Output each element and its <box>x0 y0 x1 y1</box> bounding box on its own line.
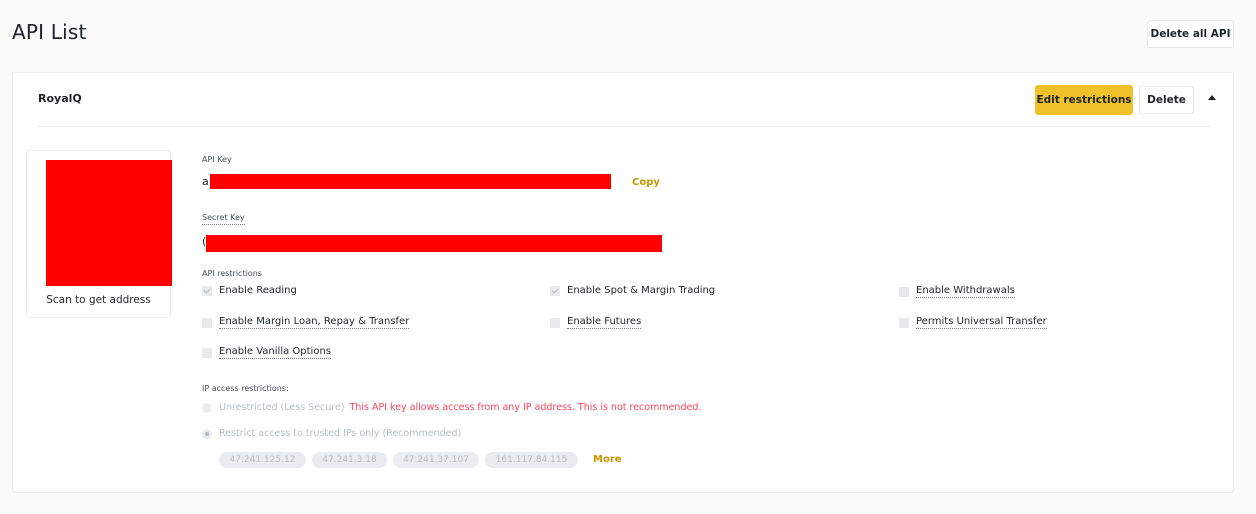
ip-option-label: Unrestricted (Less Secure) <box>219 402 345 413</box>
secret-key-label: Secret Key <box>202 213 245 225</box>
permission-label: Enable Withdrawals <box>916 285 1015 298</box>
ip-option-unrestricted[interactable]: Unrestricted (Less Secure) This API key … <box>202 402 701 413</box>
permission-enable-vanilla-options[interactable]: Enable Vanilla Options <box>202 346 331 359</box>
qr-code-redacted <box>46 160 172 286</box>
permission-enable-margin-loan[interactable]: Enable Margin Loan, Repay & Transfer <box>202 316 410 329</box>
permission-enable-withdrawals[interactable]: Enable Withdrawals <box>899 285 1015 298</box>
delete-button[interactable]: Delete <box>1139 86 1194 114</box>
secret-key-redacted <box>206 235 662 252</box>
checkbox[interactable] <box>202 317 212 328</box>
api-key-prefix: a <box>202 175 209 188</box>
ip-chip: 161.117.84.115 <box>485 452 578 468</box>
api-key-label: API Key <box>202 155 232 164</box>
ip-chip: 47.241.3.18 <box>312 452 387 468</box>
caret-up-icon[interactable] <box>1208 95 1216 100</box>
copy-api-key-button[interactable]: Copy <box>632 177 660 188</box>
ip-access-label: IP access restrictions: <box>202 384 289 393</box>
qr-code-label: Scan to get address <box>46 294 151 306</box>
ip-warning-text: This API key allows access from any IP a… <box>349 402 702 413</box>
radio-button[interactable] <box>202 428 212 439</box>
delete-all-api-button[interactable]: Delete all API <box>1147 20 1234 48</box>
checkbox[interactable] <box>899 317 909 328</box>
checkbox[interactable] <box>899 286 909 297</box>
permission-universal-transfer[interactable]: Permits Universal Transfer <box>899 316 1047 329</box>
permission-label: Enable Reading <box>219 285 297 296</box>
ip-chip: 47.241.125.12 <box>219 452 306 468</box>
permission-enable-reading[interactable]: Enable Reading <box>202 285 297 296</box>
ip-chip: 47.241.37.107 <box>393 452 479 468</box>
permission-label: Permits Universal Transfer <box>916 316 1047 329</box>
permission-label: Enable Vanilla Options <box>219 346 331 359</box>
checkbox[interactable] <box>550 317 560 328</box>
permission-label: Enable Futures <box>567 316 642 329</box>
ip-option-restricted[interactable]: Restrict access to trusted IPs only (Rec… <box>202 428 461 439</box>
edit-restrictions-button[interactable]: Edit restrictions <box>1035 85 1133 115</box>
permission-enable-spot-margin-trading[interactable]: Enable Spot & Margin Trading <box>550 285 715 296</box>
checkbox[interactable] <box>202 347 212 358</box>
api-restrictions-label: API restrictions <box>202 269 262 278</box>
page-title: API List <box>12 20 87 44</box>
permission-label: Enable Spot & Margin Trading <box>567 285 716 296</box>
api-key-name: RoyalQ <box>38 92 82 105</box>
more-ips-link[interactable]: More <box>593 454 622 465</box>
api-key-card: RoyalQ Edit restrictions Delete Scan to … <box>12 72 1234 493</box>
ip-option-label: Restrict access to trusted IPs only (Rec… <box>219 428 462 439</box>
permission-enable-futures[interactable]: Enable Futures <box>550 316 642 329</box>
qr-code-panel: Scan to get address <box>26 150 172 318</box>
radio-button[interactable] <box>202 402 212 413</box>
divider <box>38 126 1210 127</box>
permission-label: Enable Margin Loan, Repay & Transfer <box>219 316 410 329</box>
checkbox[interactable] <box>550 285 560 296</box>
api-key-redacted <box>210 174 611 189</box>
checkbox[interactable] <box>202 285 212 296</box>
